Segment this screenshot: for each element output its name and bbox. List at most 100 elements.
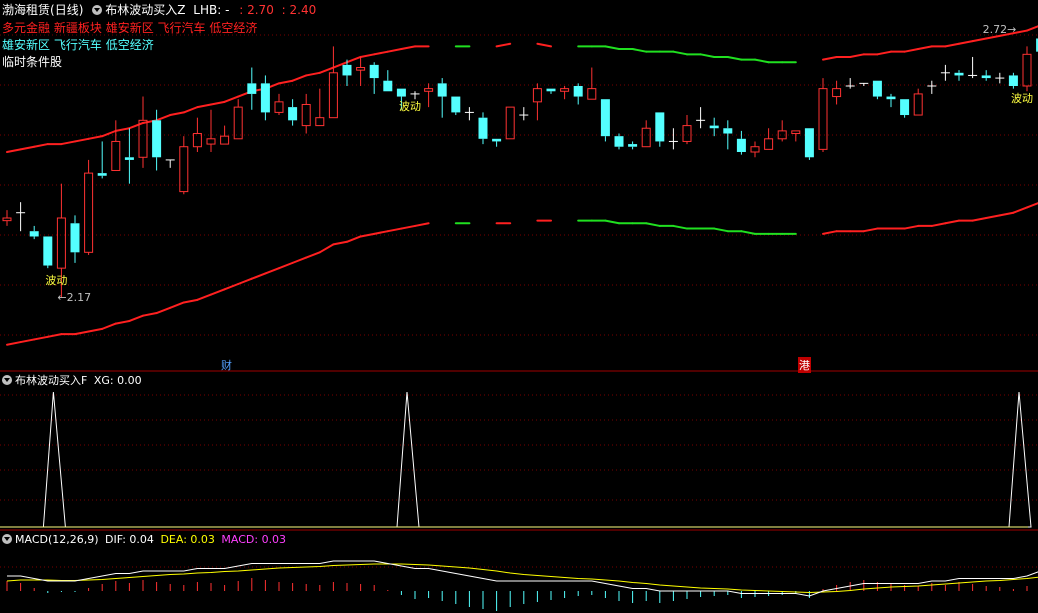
candlestick: [560, 86, 570, 100]
candlestick: [886, 93, 896, 108]
boll-upper-segment: [87, 135, 104, 140]
boll-lower-segment: [985, 214, 1001, 219]
boll-lower-segment: [278, 261, 294, 270]
wave-signal-label: 波动: [1011, 92, 1033, 105]
dea-value: DEA: 0.03: [160, 533, 215, 546]
candle-body: [709, 125, 719, 129]
boll-lower-segment: [74, 330, 90, 336]
candle-body: [356, 67, 366, 71]
boll-lower-segment: [971, 217, 988, 222]
boll-lower-segment: [114, 319, 131, 325]
boll-upper-segment: [944, 42, 960, 48]
boll-lower-segment: [6, 341, 22, 346]
candlestick: [165, 159, 175, 168]
boll-upper-segment: [672, 50, 688, 56]
candle-body: [328, 72, 338, 119]
candle-body: [736, 138, 746, 152]
boll-upper-segment: [182, 106, 199, 114]
boll-lower-segment: [142, 312, 158, 317]
macd-panel-header: MACD(12,26,9) DIF: 0.04 DEA: 0.03 MACD: …: [2, 533, 286, 547]
candlestick: [587, 67, 597, 100]
boll-upper-segment: [400, 45, 416, 51]
xg-indicator-name[interactable]: 布林波动买入F: [15, 374, 87, 387]
candlestick: [927, 80, 937, 94]
candlestick: [437, 78, 447, 118]
candle-body: [260, 83, 270, 113]
high-price-value: 2.72: [982, 23, 1008, 37]
candle-body: [342, 64, 352, 76]
boll-lower-segment: [101, 322, 117, 330]
candlestick: [1008, 72, 1018, 89]
boll-lower-segment: [210, 288, 226, 296]
arrow-left-icon: ←: [57, 291, 67, 305]
candle-body: [1022, 53, 1032, 87]
candle-body: [274, 101, 284, 113]
indicator-menu-icon[interactable]: [2, 375, 12, 385]
boll-lower-segment: [414, 222, 430, 227]
boll-upper-segment: [699, 53, 716, 58]
boll-lower-segment: [672, 224, 688, 230]
boll-lower-segment: [1012, 206, 1028, 214]
boll-lower-segment: [264, 267, 280, 275]
candle-body: [288, 107, 298, 121]
candlestick: [247, 67, 257, 110]
candlestick: [328, 46, 338, 119]
boll-upper-segment: [128, 121, 144, 130]
candle-body: [641, 127, 651, 148]
candlestick: [84, 159, 94, 255]
candlestick: [111, 120, 121, 171]
boll-upper-segment: [278, 79, 294, 85]
bollinger-bands: [6, 25, 1038, 346]
candle-body: [600, 99, 610, 137]
candle-body: [43, 236, 53, 266]
xg-value: XG: 0.00: [93, 374, 142, 387]
candle-body: [791, 130, 801, 135]
candlestick: [43, 236, 53, 269]
macd-value: MACD: 0.03: [221, 533, 287, 546]
candle-body: [818, 88, 828, 150]
candle-body: [2, 217, 12, 222]
candlestick: [519, 107, 529, 121]
boll-lower-segment: [713, 227, 729, 233]
candlestick: [641, 120, 651, 148]
candlestick: [764, 128, 774, 150]
candlestick: [791, 130, 801, 142]
candlestick: [600, 99, 610, 142]
candlestick: [464, 107, 474, 121]
boll-upper-segment: [822, 55, 838, 61]
candlestick: [628, 141, 638, 150]
macd-indicator-name[interactable]: MACD(12,26,9): [15, 533, 99, 546]
candle-body: [220, 135, 230, 145]
boll-lower-segment: [822, 230, 838, 235]
candlestick: [736, 130, 746, 155]
boll-upper-segment: [305, 71, 321, 77]
candlestick: [913, 88, 923, 116]
candlestick: [940, 64, 950, 81]
dif-line: [7, 560, 1038, 597]
candle-body: [437, 83, 447, 97]
kline-chart[interactable]: [0, 0, 1038, 613]
candlestick: [981, 70, 991, 81]
candle-body: [560, 88, 570, 92]
finance-marker[interactable]: 财: [221, 357, 232, 373]
boll-upper-segment: [33, 143, 49, 148]
candlestick: [2, 210, 12, 226]
boll-lower-segment: [930, 222, 947, 227]
candle-body: [233, 106, 243, 140]
boll-lower-segment: [237, 277, 253, 285]
candlestick: [16, 202, 26, 232]
boll-upper-segment: [155, 114, 172, 122]
candle-body: [900, 99, 910, 116]
candlestick: [668, 128, 678, 150]
dif-value: DIF: 0.04: [105, 533, 154, 546]
candle-body: [315, 117, 325, 127]
candlestick: [70, 215, 80, 263]
candlestick: [179, 136, 189, 195]
candle-body: [723, 128, 733, 134]
boll-upper-segment: [849, 53, 865, 58]
candlestick: [546, 88, 556, 94]
hk-marker[interactable]: 港: [798, 357, 811, 373]
indicator-menu-icon[interactable]: [2, 534, 12, 544]
boll-upper-segment: [373, 50, 389, 56]
candlestick: [845, 78, 855, 89]
